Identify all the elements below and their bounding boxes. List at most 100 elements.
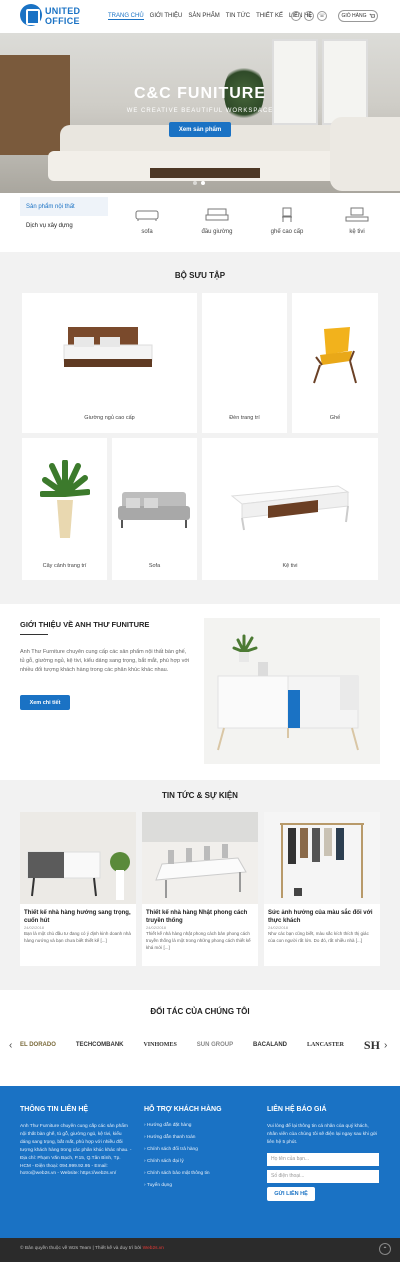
bed-image bbox=[63, 327, 153, 367]
view-details-button[interactable]: Xem chi tiết bbox=[20, 695, 70, 710]
mail-icon[interactable]: ✉ bbox=[304, 11, 314, 21]
footer-contact: THÔNG TIN LIÊN HỆ Anh Thư Furniture chuy… bbox=[20, 1106, 132, 1178]
nav-item-design[interactable]: Thiết kế bbox=[256, 13, 283, 20]
partner-logo[interactable]: LANCASTER bbox=[307, 1042, 344, 1048]
collection-card-tv-stand[interactable]: Kệ tivi bbox=[202, 438, 378, 580]
news-image-art bbox=[142, 812, 258, 898]
hero-banner: C&C FUNITURE WE CREATIVE BEAUTIFUL WORKS… bbox=[0, 33, 400, 193]
logo[interactable]: UNITED OFFICE bbox=[20, 4, 92, 28]
news-image bbox=[264, 812, 380, 904]
nav-item-news[interactable]: Tin tức bbox=[226, 13, 250, 20]
collection-label: Đèn trang trí bbox=[229, 415, 260, 421]
news-section: TIN TỨC & SỰ KIỆN Thiết kế nhà hàng hướn… bbox=[0, 780, 400, 990]
about-title-divider bbox=[20, 634, 48, 635]
collection-card-plant[interactable]: Cây cảnh trang trí bbox=[22, 438, 107, 580]
news-image bbox=[142, 812, 258, 904]
news-title-link[interactable]: Sức ảnh hưởng của màu sắc đối với thực k… bbox=[268, 909, 376, 925]
partners-title: ĐỐI TÁC CỦA CHÚNG TÔI bbox=[150, 1007, 250, 1016]
slider-dot[interactable] bbox=[193, 181, 197, 185]
news-card[interactable]: Thiết kế nhà hàng Nhật phong cách truyền… bbox=[142, 812, 258, 966]
footer-link[interactable]: Chính sách đổi trả hàng bbox=[144, 1147, 254, 1152]
news-title-link[interactable]: Thiết kế nhà hàng Nhật phong cách truyền… bbox=[146, 909, 254, 925]
armchair-image bbox=[313, 327, 357, 384]
back-to-top-icon[interactable]: ⌃ bbox=[379, 1243, 391, 1255]
collection-card-lamp[interactable]: Đèn trang trí bbox=[202, 293, 287, 433]
category-label: ghế cao cấp bbox=[270, 229, 304, 235]
partner-logo[interactable]: SUN GROUP bbox=[197, 1042, 233, 1048]
main-nav: Trang chủ Giới thiệu Sản phẩm Tin tức Th… bbox=[108, 13, 312, 20]
category-item-chair[interactable]: ghế cao cấp bbox=[252, 207, 322, 235]
collection-card-chair[interactable]: Ghế bbox=[292, 293, 378, 433]
chevron-right-icon[interactable]: › bbox=[384, 1040, 387, 1051]
nav-item-about[interactable]: Giới thiệu bbox=[150, 13, 183, 20]
sideboard-image bbox=[217, 634, 359, 751]
partner-logo[interactable]: VINHOMES bbox=[143, 1042, 176, 1048]
footer-contact-title: THÔNG TIN LIÊN HỆ bbox=[20, 1106, 89, 1113]
name-input[interactable]: Họ tên của bạn... bbox=[267, 1152, 379, 1166]
news-image-art bbox=[280, 823, 364, 898]
news-card[interactable]: Thiết kế nhà hàng hướng sang trọng, cuốn… bbox=[20, 812, 136, 966]
footer-quote-title: LIÊN HỆ BÁO GIÁ bbox=[267, 1106, 327, 1113]
footer-quote-text: Vui lòng để lại thông tin cá nhân của qu… bbox=[267, 1124, 378, 1145]
phone-icon[interactable]: ☏ bbox=[317, 11, 327, 21]
category-side-menu: Sản phẩm nội thất Dịch vụ xây dựng bbox=[20, 197, 108, 235]
category-label: kệ tivi bbox=[349, 229, 365, 235]
view-products-button[interactable]: Xem sản phẩm bbox=[169, 122, 231, 137]
footer-quote: LIÊN HỆ BÁO GIÁ Vui lòng để lại thông ti… bbox=[267, 1106, 380, 1201]
slider-dot-active[interactable] bbox=[201, 181, 205, 185]
category-item-sofa[interactable]: sofa bbox=[112, 207, 182, 235]
partner-logo[interactable]: SH bbox=[364, 1038, 380, 1053]
footer-support: HỖ TRỢ KHÁCH HÀNG Hướng dẫn đặt hàng Hướ… bbox=[144, 1106, 254, 1195]
sofa-image bbox=[118, 492, 190, 528]
partners-section: ĐỐI TÁC CỦA CHÚNG TÔI ‹ EL DORADO TECHCO… bbox=[0, 990, 400, 1086]
collection-label: Cây cảnh trang trí bbox=[42, 563, 87, 569]
footer-link[interactable]: Hướng dẫn thanh toán bbox=[144, 1135, 254, 1140]
partner-logo[interactable]: TECHCOMBANK bbox=[76, 1042, 124, 1048]
hero-title: C&C FUNITURE bbox=[134, 85, 266, 102]
partner-logo[interactable]: EL DORADO bbox=[20, 1042, 56, 1048]
news-excerpt: Như các bạn cũng biết, màu sắc kích thíc… bbox=[268, 931, 369, 943]
tv-stand-image bbox=[230, 485, 350, 531]
logo-text-line2: OFFICE bbox=[45, 16, 80, 26]
sofa-icon bbox=[135, 210, 159, 221]
collection-card-bed[interactable]: Giường ngủ cao cấp bbox=[22, 293, 197, 433]
category-label: đầu giường bbox=[201, 229, 233, 235]
facebook-icon[interactable]: f bbox=[291, 11, 301, 21]
chair-icon bbox=[282, 207, 292, 222]
social-links: f ✉ ☏ bbox=[291, 11, 327, 21]
footer-link[interactable]: Hướng dẫn đặt hàng bbox=[144, 1123, 254, 1128]
site-header: UNITED OFFICE Trang chủ Giới thiệu Sản p… bbox=[0, 0, 400, 33]
news-title: TIN TỨC & SỰ KIỆN bbox=[162, 791, 238, 800]
nav-item-home[interactable]: Trang chủ bbox=[108, 13, 144, 20]
chevron-left-icon[interactable]: ‹ bbox=[9, 1040, 12, 1051]
category-item-headboard[interactable]: đầu giường bbox=[182, 207, 252, 235]
side-item-furniture[interactable]: Sản phẩm nội thất bbox=[20, 197, 108, 216]
about-title: GIỚI THIỆU VỀ ANH THƯ FUNITURE bbox=[20, 620, 150, 629]
nav-item-products[interactable]: Sản phẩm bbox=[188, 13, 219, 20]
copyright-brand-link[interactable]: Web2s.vn bbox=[143, 1246, 164, 1251]
hero-table-image bbox=[150, 168, 260, 178]
news-card[interactable]: Sức ảnh hưởng của màu sắc đối với thực k… bbox=[264, 812, 380, 966]
submit-contact-button[interactable]: GỬI LIÊN HỆ bbox=[267, 1186, 315, 1201]
cart-label: GIỎ HÀNG bbox=[341, 13, 367, 19]
category-item-tv-stand[interactable]: kệ tivi bbox=[322, 207, 392, 235]
collection-label: Kệ tivi bbox=[282, 563, 298, 569]
collection-section: BỘ SƯU TẬP Giường ngủ cao cấp Đèn trang … bbox=[0, 252, 400, 604]
phone-input[interactable]: Số điện thoại... bbox=[267, 1169, 379, 1183]
news-date: 24/02/2018 bbox=[268, 925, 289, 930]
collection-card-sofa[interactable]: Sofa bbox=[112, 438, 197, 580]
cart-button[interactable]: GIỎ HÀNG bbox=[338, 10, 378, 22]
footer-contact-text: Anh Thư Furniture chuyên cung cấp các sả… bbox=[20, 1124, 132, 1177]
about-section: GIỚI THIỆU VỀ ANH THƯ FUNITURE Anh Thư F… bbox=[0, 604, 400, 780]
headboard-icon bbox=[205, 208, 229, 221]
footer-link[interactable]: Chính sách bảo mật thông tin bbox=[144, 1171, 254, 1176]
category-items: sofa đầu giường ghế cao cấp kệ tivi bbox=[112, 207, 392, 235]
news-excerpt: Thiết kế nhà hàng nhật phong cách bản ph… bbox=[146, 931, 251, 950]
footer-link[interactable]: Tuyển dụng bbox=[144, 1183, 254, 1188]
side-item-construction[interactable]: Dịch vụ xây dựng bbox=[20, 216, 108, 235]
partner-logo[interactable]: BACALAND bbox=[253, 1042, 287, 1048]
news-title-link[interactable]: Thiết kế nhà hàng hướng sang trọng, cuốn… bbox=[24, 909, 132, 925]
footer-link[interactable]: Chính sách đại lý bbox=[144, 1159, 254, 1164]
news-date: 24/02/2018 bbox=[146, 925, 167, 930]
hero-armchair-image bbox=[330, 117, 400, 191]
